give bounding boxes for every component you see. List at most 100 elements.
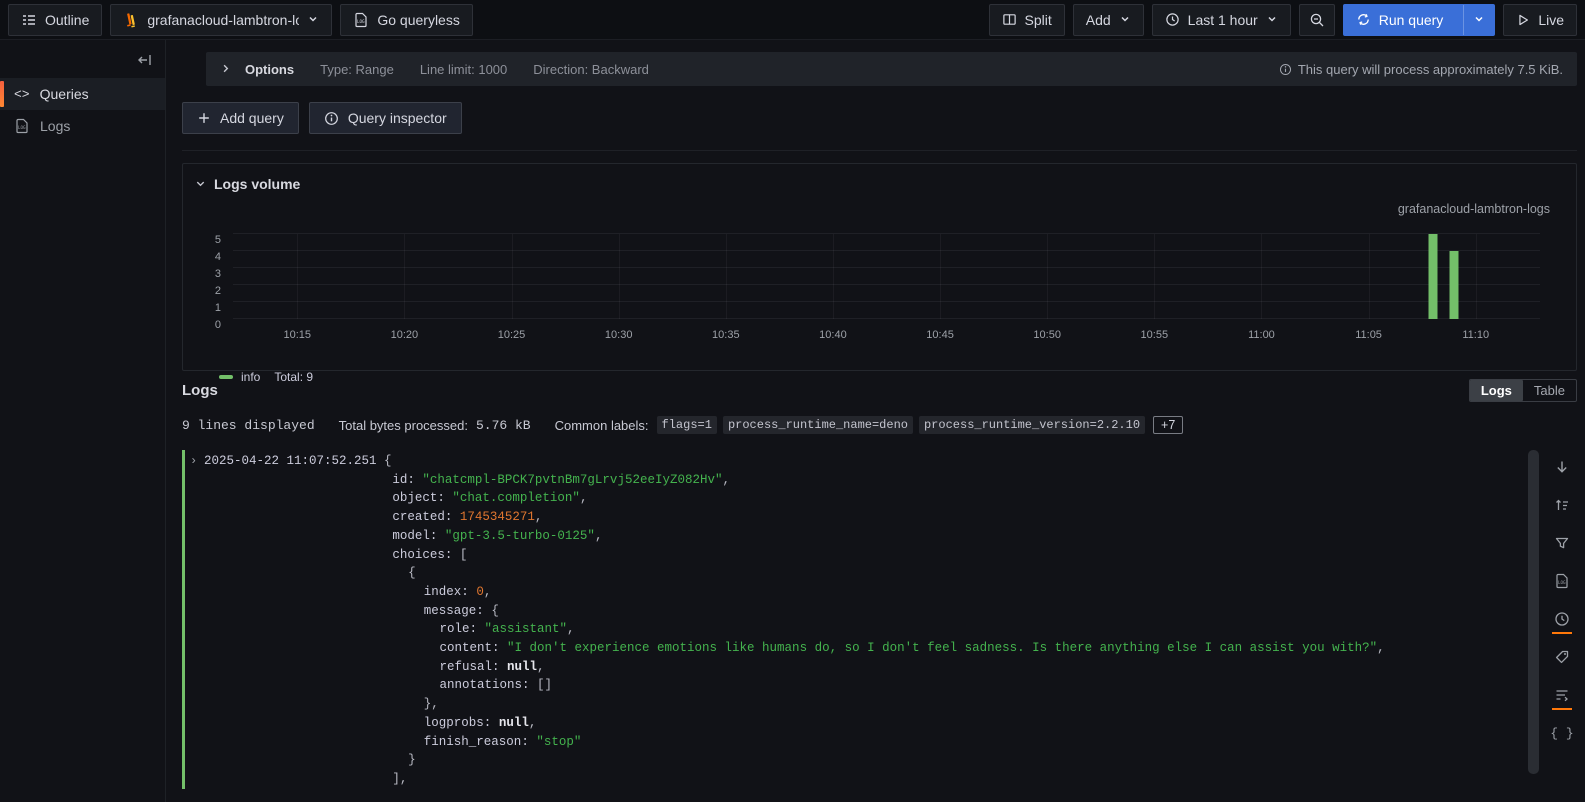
log-timestamp: 2025-04-22 11:07:52.251 (204, 454, 377, 468)
svg-text:LOG: LOG (18, 125, 26, 130)
log-level-bar-info (182, 450, 185, 789)
run-query-label: Run query (1379, 12, 1444, 28)
datasource-name: grafanacloud-lambtron-lo (147, 12, 299, 28)
filter-button[interactable] (1547, 528, 1577, 558)
outline-button[interactable]: Outline (8, 4, 102, 36)
add-label: Add (1086, 12, 1111, 28)
zoom-out-icon (1309, 12, 1325, 28)
labels-toggle[interactable] (1547, 642, 1577, 672)
log-row[interactable]: › 2025-04-22 11:07:52.251 { id: "chatcmpl… (182, 448, 1577, 789)
common-label-chip: process_runtime_name=deno (723, 416, 913, 434)
common-label-chip: flags=1 (657, 416, 717, 434)
logs-controls-rail: LOG { } (1547, 452, 1577, 748)
logs-doc-button[interactable]: LOG (1547, 566, 1577, 596)
options-direction: Direction: Backward (533, 62, 649, 77)
add-query-label: Add query (220, 110, 284, 126)
volume-bar (1450, 251, 1459, 319)
code-icon: <> (14, 87, 30, 102)
lines-displayed: 9 lines displayed (182, 418, 315, 433)
live-button[interactable]: Live (1503, 4, 1577, 36)
top-toolbar: Outline grafanacloud-lambtron-lo LOG Go … (0, 0, 1585, 40)
vertical-scrollbar[interactable] (1528, 450, 1539, 774)
options-type: Type: Range (320, 62, 394, 77)
outline-label: Outline (45, 12, 89, 28)
time-range-picker[interactable]: Last 1 hour (1152, 4, 1291, 36)
wrap-lines-toggle[interactable] (1547, 680, 1577, 710)
show-time-toggle[interactable] (1547, 604, 1577, 634)
bytes-processed-label: Total bytes processed: (339, 418, 468, 433)
logs-doc-icon: LOG (14, 118, 30, 134)
info-circle-icon (1279, 63, 1292, 76)
add-button[interactable]: Add (1073, 4, 1144, 36)
logs-doc-icon: LOG (353, 12, 369, 28)
query-inspector-label: Query inspector (348, 110, 447, 126)
prettify-json-toggle[interactable]: { } (1547, 718, 1577, 748)
chevron-down-icon (1473, 12, 1485, 28)
split-label: Split (1025, 12, 1052, 28)
run-query-main[interactable]: Run query (1344, 5, 1456, 35)
explore-sidebar: <> Queries LOG Logs (0, 40, 166, 802)
chevron-right-icon (220, 62, 231, 77)
query-inspector-button[interactable]: Query inspector (309, 102, 462, 134)
sidebar-item-label: Queries (40, 86, 89, 102)
outline-icon (21, 12, 37, 28)
expand-log-icon[interactable]: › (190, 452, 197, 471)
query-size-estimate: This query will process approximately 7.… (1279, 62, 1563, 77)
common-label-chip: process_runtime_version=2.2.10 (919, 416, 1145, 434)
play-icon (1516, 13, 1530, 27)
log-open-brace: { (377, 454, 392, 468)
chevron-down-icon (307, 12, 319, 28)
scroll-to-bottom-button[interactable] (1547, 452, 1577, 482)
logs-volume-header[interactable]: Logs volume (195, 176, 1564, 192)
logs-scroll-area: › 2025-04-22 11:07:52.251 { id: "chatcmpl… (182, 448, 1577, 795)
more-labels-button[interactable]: +7 (1153, 416, 1183, 434)
sort-order-button[interactable] (1547, 490, 1577, 520)
split-button[interactable]: Split (989, 4, 1065, 36)
run-query-button[interactable]: Run query (1343, 4, 1496, 36)
svg-text:LOG: LOG (1558, 580, 1566, 585)
clock-icon (1165, 12, 1180, 27)
sidebar-item-logs[interactable]: LOG Logs (0, 110, 165, 142)
chevron-down-icon (1266, 12, 1278, 28)
options-title: Options (245, 62, 294, 77)
logs-volume-chart: grafanacloud-lambtron-logs 01234510:1510… (199, 192, 1558, 344)
bytes-processed-value: 5.76 kB (476, 418, 531, 433)
zoom-out-button[interactable] (1299, 4, 1335, 36)
query-editor-section: Options Type: Range Line limit: 1000 Dir… (182, 40, 1577, 151)
common-labels-label: Common labels: (555, 418, 649, 433)
grafana-explore-app: Outline grafanacloud-lambtron-lo LOG Go … (0, 0, 1585, 802)
sync-icon (1356, 12, 1371, 27)
options-line-limit: Line limit: 1000 (420, 62, 507, 77)
go-queryless-button[interactable]: LOG Go queryless (340, 4, 472, 36)
info-circle-icon (324, 111, 339, 126)
query-options-row[interactable]: Options Type: Range Line limit: 1000 Dir… (206, 52, 1577, 86)
logs-volume-title: Logs volume (214, 176, 300, 192)
svg-text:LOG: LOG (357, 19, 365, 24)
volume-bar (1428, 234, 1437, 319)
go-queryless-label: Go queryless (377, 12, 459, 28)
add-query-button[interactable]: Add query (182, 102, 299, 134)
toggle-table[interactable]: Table (1523, 380, 1576, 401)
run-query-caret[interactable] (1463, 5, 1494, 35)
sidebar-item-label: Logs (40, 118, 70, 134)
collapse-sidebar-button[interactable] (137, 52, 153, 68)
sidebar-item-queries[interactable]: <> Queries (0, 78, 165, 110)
logs-table-toggle: LogsTable (1469, 379, 1577, 402)
chevron-down-icon (195, 176, 206, 192)
explore-main: Options Type: Range Line limit: 1000 Dir… (166, 40, 1585, 802)
chart-series-title: grafanacloud-lambtron-logs (1398, 202, 1550, 216)
logs-volume-panel: Logs volume grafanacloud-lambtron-logs 0… (182, 163, 1577, 371)
plus-icon (197, 111, 211, 125)
logs-meta-row: 9 lines displayed Total bytes processed:… (182, 416, 1577, 434)
plot-area[interactable]: 01234510:1510:2010:2510:3010:3510:4010:4… (233, 234, 1540, 319)
logs-panel-title: Logs (182, 382, 218, 399)
live-label: Live (1538, 12, 1564, 28)
split-icon (1002, 12, 1017, 27)
loki-logo-icon (123, 12, 139, 28)
toggle-logs[interactable]: Logs (1470, 380, 1523, 401)
common-labels-chips: flags=1 process_runtime_name=deno process_… (657, 416, 1146, 434)
log-json-lines: id: "chatcmpl-BPCK7pvtnBm7gLrvj52eeIyZ08… (204, 471, 1577, 789)
datasource-picker[interactable]: grafanacloud-lambtron-lo (110, 4, 332, 36)
chevron-down-icon (1119, 12, 1131, 28)
time-range-label: Last 1 hour (1188, 12, 1258, 28)
